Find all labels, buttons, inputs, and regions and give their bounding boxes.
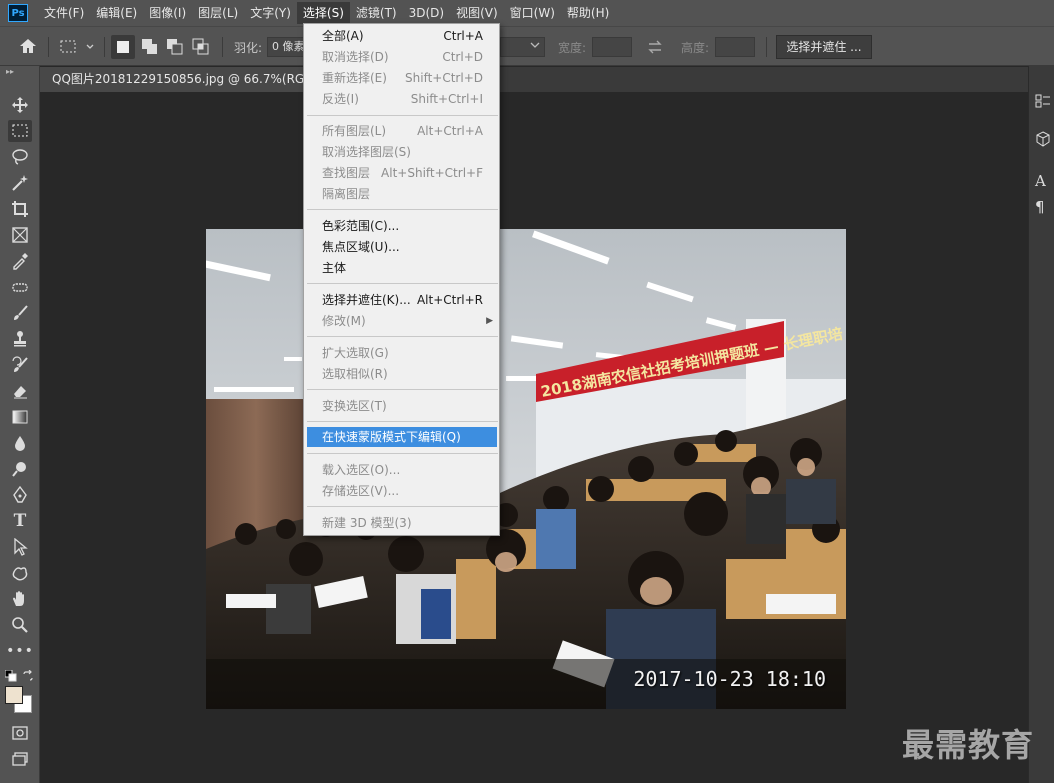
menu-item-color-range[interactable]: 色彩范围(C)... — [307, 216, 497, 236]
right-panel-dock: A ¶ — [1028, 66, 1054, 783]
menu-item-quick-mask[interactable]: 在快速蒙版模式下编辑(Q) — [307, 427, 497, 447]
color-swatches[interactable] — [5, 686, 35, 716]
pen-tool-icon[interactable] — [8, 484, 32, 506]
menu-item-load-selection[interactable]: 载入选区(O)... — [307, 460, 497, 480]
move-tool-icon[interactable] — [8, 94, 32, 116]
home-icon[interactable] — [18, 37, 38, 58]
eyedropper-tool-icon[interactable] — [8, 250, 32, 272]
menu-item-save-selection[interactable]: 存储选区(V)... — [307, 481, 497, 501]
history-brush-tool-icon[interactable] — [8, 354, 32, 376]
path-selection-tool-icon[interactable] — [8, 536, 32, 558]
width-label: 宽度: — [558, 41, 587, 55]
submenu-arrow-icon: ▶ — [486, 316, 493, 326]
height-input[interactable] — [715, 37, 755, 57]
type-tool-icon[interactable]: T — [8, 510, 32, 532]
menu-item-subject[interactable]: 主体 — [307, 258, 497, 278]
collapse-panel-icon[interactable]: ▸▸ — [6, 67, 14, 76]
select-and-mask-button[interactable]: 选择并遮住 ... — [776, 35, 872, 59]
quick-mask-icon[interactable] — [8, 722, 32, 744]
tools-panel: ▸▸ T ••• — [0, 66, 40, 783]
menu-3d[interactable]: 3D(D) — [403, 2, 450, 24]
menu-item-inverse[interactable]: 反选(I) Shift+Ctrl+I — [307, 89, 497, 109]
magic-wand-tool-icon[interactable] — [8, 172, 32, 194]
menu-filter[interactable]: 滤镜(T) — [350, 2, 403, 24]
menu-item-grow[interactable]: 扩大选取(G) — [307, 343, 497, 363]
brush-tool-icon[interactable] — [8, 302, 32, 324]
intersect-selection-button[interactable] — [189, 35, 213, 62]
menu-edit[interactable]: 编辑(E) — [90, 2, 143, 24]
menu-item-similar[interactable]: 选取相似(R) — [307, 364, 497, 384]
menu-item-modify[interactable]: 修改(M) ▶ — [307, 311, 497, 331]
watermark-text: 最需教育 — [902, 726, 1035, 764]
crop-tool-icon[interactable] — [8, 198, 32, 220]
options-bar: 羽化: 0 像素 宽度: 高度: 选择并遮住 ... — [0, 26, 1054, 66]
default-colors-icon[interactable] — [4, 669, 17, 685]
document-tab-bar: QQ图片20181229150856.jpg @ 66.7%(RGB/8# — [40, 67, 1028, 92]
photoshop-logo-icon: Ps — [8, 4, 28, 22]
menu-item-new-3d-extrusion[interactable]: 新建 3D 模型(3) — [307, 513, 497, 533]
document-tab[interactable]: QQ图片20181229150856.jpg @ 66.7%(RGB/8# — [40, 67, 320, 92]
menu-window[interactable]: 窗口(W) — [504, 2, 561, 24]
marquee-preset-icon[interactable] — [60, 39, 96, 58]
width-input[interactable] — [592, 37, 632, 57]
menu-item-find-layers[interactable]: 查找图层 Alt+Shift+Ctrl+F — [307, 163, 497, 183]
menu-item-reselect[interactable]: 重新选择(E) Shift+Ctrl+D — [307, 68, 497, 88]
menu-item-deselect[interactable]: 取消选择(D) Ctrl+D — [307, 47, 497, 67]
feather-input[interactable]: 0 像素 — [267, 37, 307, 57]
menu-item-focus-area[interactable]: 焦点区域(U)... — [307, 237, 497, 257]
eraser-tool-icon[interactable] — [8, 380, 32, 402]
gradient-tool-icon[interactable] — [8, 406, 32, 428]
menu-view[interactable]: 视图(V) — [450, 2, 504, 24]
custom-shape-tool-icon[interactable] — [8, 562, 32, 584]
menu-item-deselect-layers[interactable]: 取消选择图层(S) — [307, 142, 497, 162]
swap-colors-icon[interactable] — [22, 669, 34, 685]
menu-bar: Ps 文件(F) 编辑(E) 图像(I) 图层(L) 文字(Y) 选择(S) 滤… — [0, 0, 1054, 26]
frame-tool-icon[interactable] — [8, 224, 32, 246]
menu-item-isolate-layers[interactable]: 隔离图层 — [307, 184, 497, 204]
zoom-tool-icon[interactable] — [8, 614, 32, 636]
new-selection-mode-button[interactable] — [111, 35, 135, 59]
menu-select[interactable]: 选择(S) — [296, 2, 350, 24]
select-menu-dropdown: 全部(A) Ctrl+A 取消选择(D) Ctrl+D 重新选择(E) Shift+C… — [303, 23, 500, 536]
more-tools-icon[interactable]: ••• — [6, 640, 33, 662]
menu-item-select-and-mask[interactable]: 选择并遮住(K)... Alt+Ctrl+R — [307, 290, 497, 310]
menu-item-all-layers[interactable]: 所有图层(L) Alt+Ctrl+A — [307, 121, 497, 141]
menu-layer[interactable]: 图层(L) — [192, 2, 244, 24]
screen-mode-icon[interactable] — [8, 748, 32, 770]
subtract-from-selection-button[interactable] — [163, 35, 187, 62]
feather-label: 羽化: — [234, 41, 263, 55]
swap-width-height-icon[interactable] — [646, 39, 664, 58]
menu-image[interactable]: 图像(I) — [143, 2, 192, 24]
menu-file[interactable]: 文件(F) — [38, 2, 90, 24]
menu-help[interactable]: 帮助(H) — [561, 2, 615, 24]
character-panel-icon[interactable]: A — [1035, 170, 1054, 192]
clone-stamp-tool-icon[interactable] — [8, 328, 32, 350]
paragraph-panel-icon[interactable]: ¶ — [1035, 196, 1054, 218]
menu-type[interactable]: 文字(Y) — [244, 2, 297, 24]
photo-timestamp: 2017-10-23 18:10 — [633, 667, 826, 691]
classroom-photo-image: 2018湖南农信社招考培训押题班 — 长理职培 — [206, 229, 846, 709]
style-dropdown[interactable] — [500, 37, 545, 57]
lasso-tool-icon[interactable] — [8, 146, 32, 168]
menu-item-all[interactable]: 全部(A) Ctrl+A — [307, 26, 497, 46]
dodge-tool-icon[interactable] — [8, 458, 32, 480]
properties-panel-icon[interactable] — [1035, 90, 1054, 112]
chevron-down-icon — [530, 42, 540, 48]
blur-tool-icon[interactable] — [8, 432, 32, 454]
foreground-color-swatch[interactable] — [5, 686, 23, 704]
rectangular-marquee-tool-icon[interactable] — [8, 120, 32, 142]
3d-panel-icon[interactable] — [1035, 128, 1054, 150]
height-label: 高度: — [681, 41, 710, 55]
add-to-selection-button[interactable] — [138, 35, 162, 62]
spot-healing-tool-icon[interactable] — [8, 276, 32, 298]
hand-tool-icon[interactable] — [8, 588, 32, 610]
document-photo[interactable]: 2018湖南农信社招考培训押题班 — 长理职培 2017-10-23 18:10 — [206, 229, 846, 709]
menu-item-transform-selection[interactable]: 变换选区(T) — [307, 396, 497, 416]
